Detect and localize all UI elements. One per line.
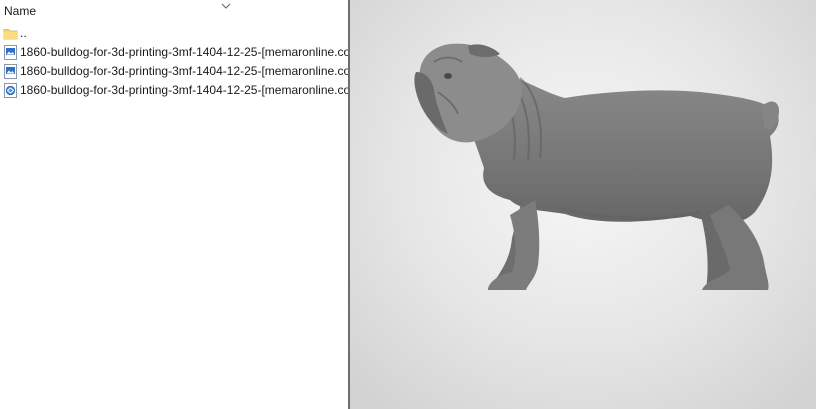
list-item-parent-folder[interactable]: .. [0,24,349,43]
file-name: 1860-bulldog-for-3d-printing-3mf-1404-12… [20,64,349,78]
file-name: .. [20,26,27,40]
file-name: 1860-bulldog-for-3d-printing-3mf-1404-12… [20,83,349,97]
sort-descending-icon [221,0,231,9]
file-list: .. 1860-bulldog-for-3d-printing-3mf-1404… [0,24,349,100]
column-header-name[interactable]: Name [4,4,36,18]
list-item-file[interactable]: 1860-bulldog-for-3d-printing-3mf-1404-12… [0,62,349,81]
list-item-file[interactable]: 1860-bulldog-for-3d-printing-3mf-1404-12… [0,43,349,62]
column-header: Name [0,0,349,24]
image-file-icon [3,64,18,79]
bulldog-3d-model [414,43,780,290]
preview-pane [350,0,816,409]
list-item-file[interactable]: 1860-bulldog-for-3d-printing-3mf-1404-12… [0,81,349,100]
file-list-pane: Name .. 1860-bulldog-for-3d-printing-3mf… [0,0,349,409]
file-name: 1860-bulldog-for-3d-printing-3mf-1404-12… [20,45,349,59]
3d-model-file-icon [3,83,18,98]
image-file-icon [3,45,18,60]
folder-icon [3,26,18,41]
